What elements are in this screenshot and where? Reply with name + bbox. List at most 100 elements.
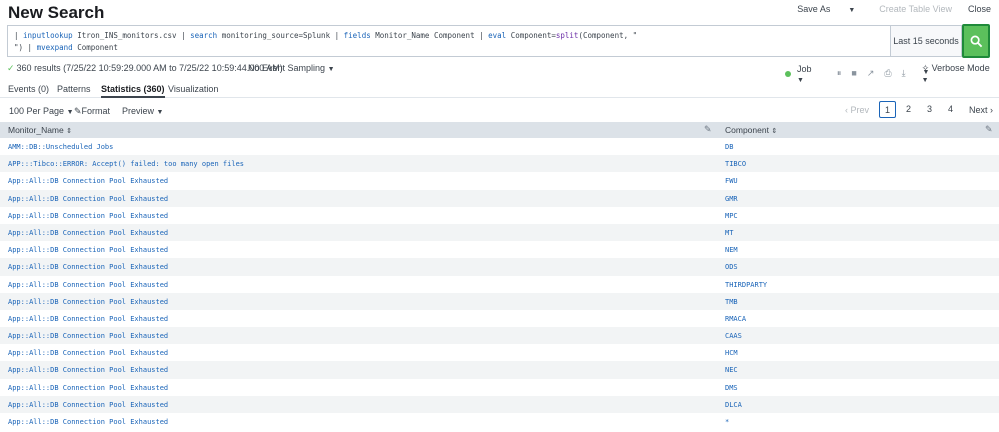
- cell-monitor-name[interactable]: App::All::DB Connection Pool Exhausted: [8, 195, 168, 203]
- table-row: App::All::DB Connection Pool Exhausted CA…: [0, 327, 999, 345]
- time-range-picker[interactable]: Last 15 seconds ▼: [891, 25, 962, 76]
- caret-down-icon: ▼: [848, 7, 856, 14]
- cell-component[interactable]: *: [725, 418, 729, 426]
- cell-monitor-name[interactable]: App::All::DB Connection Pool Exhausted: [8, 298, 168, 306]
- cell-monitor-name[interactable]: App::All::DB Connection Pool Exhausted: [8, 315, 168, 323]
- sort-icon: ⇕: [66, 128, 72, 135]
- cell-monitor-name[interactable]: App::All::DB Connection Pool Exhausted: [8, 263, 168, 271]
- event-sampling-dropdown[interactable]: No Event Sampling ▼: [248, 63, 335, 73]
- page-button[interactable]: 2: [900, 101, 917, 118]
- per-page-label: 100 Per Page: [9, 106, 65, 116]
- stop-icon[interactable]: ■: [851, 68, 856, 79]
- column-header-component[interactable]: Component ⇕: [725, 125, 777, 135]
- save-as-menu[interactable]: Save As ▼: [781, 4, 871, 14]
- search-query-input[interactable]: | inputlookup Itron_INS_monitors.csv | s…: [7, 25, 891, 57]
- cell-component[interactable]: NEC: [725, 366, 738, 374]
- table-row: App::All::DB Connection Pool Exhausted GM…: [0, 189, 999, 207]
- cell-component[interactable]: DMS: [725, 384, 738, 392]
- tab-events[interactable]: Events (0): [8, 84, 49, 98]
- search-bar: | inputlookup Itron_INS_monitors.csv | s…: [0, 24, 999, 76]
- cell-component[interactable]: DB: [725, 143, 733, 151]
- cell-monitor-name[interactable]: App::All::DB Connection Pool Exhausted: [8, 177, 168, 185]
- next-label: Next: [968, 104, 988, 115]
- cell-monitor-name[interactable]: App::All::DB Connection Pool Exhausted: [8, 246, 168, 254]
- next-page-button[interactable]: Next ›: [969, 105, 993, 115]
- top-bar: New Search Save As ▼ Create Table View Cl…: [0, 0, 999, 22]
- results-table: Monitor_Name ⇕ ✎ Component ⇕ ✎ AMM::DB::…: [0, 122, 999, 430]
- page-button[interactable]: 3: [921, 101, 938, 118]
- page-button[interactable]: 4: [942, 101, 959, 118]
- cell-component[interactable]: FWU: [725, 177, 738, 185]
- job-status-dot-icon: [785, 70, 791, 77]
- tab-patterns[interactable]: Patterns: [57, 84, 91, 98]
- tab-visualization[interactable]: Visualization: [168, 84, 218, 98]
- cell-monitor-name[interactable]: AMM::DB::Unscheduled Jobs: [8, 143, 113, 151]
- print-icon[interactable]: ⎙: [884, 68, 891, 79]
- edit-column-pencil-icon[interactable]: ✎: [985, 124, 993, 135]
- cell-component[interactable]: NEM: [725, 246, 738, 254]
- table-row: App::All::DB Connection Pool Exhausted TH…: [0, 276, 999, 293]
- cell-monitor-name[interactable]: App::All::DB Connection Pool Exhausted: [8, 366, 168, 374]
- query-line2-start: ") |: [14, 43, 37, 52]
- tab-statistics[interactable]: Statistics (360): [101, 84, 165, 98]
- cell-monitor-name[interactable]: APP:::Tibco::ERROR: Accept() failed: too…: [8, 160, 244, 168]
- column-header-monitor-name[interactable]: Monitor_Name ⇕: [8, 125, 72, 135]
- cell-monitor-name[interactable]: App::All::DB Connection Pool Exhausted: [8, 281, 168, 289]
- share-icon[interactable]: ↗: [867, 68, 875, 79]
- table-row: App::All::DB Connection Pool Exhausted *: [0, 413, 999, 430]
- results-count: ✓ 360 results (7/25/22 10:59:29.000 AM to…: [7, 63, 283, 74]
- edit-column-pencil-icon[interactable]: ✎: [704, 124, 712, 135]
- table-header: Monitor_Name ⇕ ✎ Component ⇕ ✎: [0, 122, 999, 138]
- cell-component[interactable]: RMACA: [725, 315, 746, 323]
- query-split-args: (Component, ": [578, 31, 638, 40]
- cell-component[interactable]: MT: [725, 229, 733, 237]
- search-icon: [970, 35, 982, 47]
- search-mode-label: Verbose Mode: [931, 63, 990, 73]
- cell-component[interactable]: CAAS: [725, 332, 742, 340]
- lightbulb-icon: ✧: [921, 63, 930, 73]
- save-as-label: Save As: [797, 4, 831, 14]
- create-table-view-button[interactable]: Create Table View: [871, 4, 960, 14]
- cell-monitor-name[interactable]: App::All::DB Connection Pool Exhausted: [8, 212, 168, 220]
- cell-component[interactable]: ODS: [725, 263, 738, 271]
- cell-monitor-name[interactable]: App::All::DB Connection Pool Exhausted: [8, 229, 168, 237]
- cell-component[interactable]: THIRDPARTY: [725, 281, 767, 289]
- cell-monitor-name[interactable]: App::All::DB Connection Pool Exhausted: [8, 349, 168, 357]
- export-icon[interactable]: ⤓: [902, 68, 906, 79]
- query-lookup-file: Itron_INS_monitors.csv |: [72, 31, 191, 40]
- query-command-fields: fields: [343, 31, 371, 40]
- job-action-icons: ⏸ ■ ↗ ⎙ ⤓: [837, 68, 906, 79]
- results-text: 360 results (7/25/22 10:59:29.000 AM to …: [16, 63, 283, 73]
- query-line2-end: Component: [72, 43, 118, 52]
- page-title: New Search: [8, 3, 105, 22]
- format-label: Format: [81, 106, 111, 116]
- pencil-icon: ✎: [74, 106, 82, 116]
- table-row: App::All::DB Connection Pool Exhausted OD…: [0, 258, 999, 276]
- cell-monitor-name[interactable]: App::All::DB Connection Pool Exhausted: [8, 384, 168, 392]
- cell-component[interactable]: DLCA: [725, 401, 742, 409]
- caret-down-icon: ▼: [66, 109, 74, 116]
- pause-icon[interactable]: ⏸: [837, 68, 842, 79]
- cell-monitor-name[interactable]: App::All::DB Connection Pool Exhausted: [8, 418, 168, 426]
- cell-component[interactable]: TMB: [725, 298, 738, 306]
- cell-component[interactable]: MPC: [725, 212, 738, 220]
- event-sampling-label: No Event Sampling: [248, 63, 326, 73]
- table-row: AMM::DB::Unscheduled Jobs DB: [0, 138, 999, 155]
- search-button[interactable]: [962, 24, 990, 58]
- cell-monitor-name[interactable]: App::All::DB Connection Pool Exhausted: [8, 401, 168, 409]
- close-button[interactable]: Close: [960, 4, 999, 14]
- cell-component[interactable]: GMR: [725, 195, 738, 203]
- prev-page-button[interactable]: ‹ Prev: [845, 105, 869, 115]
- page-button[interactable]: 1: [878, 101, 896, 118]
- chevron-right-icon: ›: [990, 104, 993, 115]
- caret-down-icon: ▼: [327, 66, 335, 73]
- job-label: Job: [796, 63, 812, 74]
- table-row: App::All::DB Connection Pool Exhausted RM…: [0, 310, 999, 327]
- table-row: App::All::DB Connection Pool Exhausted HC…: [0, 344, 999, 361]
- format-button[interactable]: ✎Format: [74, 106, 110, 117]
- cell-component[interactable]: TIBCO: [725, 160, 746, 168]
- preview-dropdown[interactable]: Preview ▼: [122, 106, 163, 116]
- cell-component[interactable]: HCM: [725, 349, 738, 357]
- per-page-dropdown[interactable]: 100 Per Page ▼: [9, 106, 74, 116]
- cell-monitor-name[interactable]: App::All::DB Connection Pool Exhausted: [8, 332, 168, 340]
